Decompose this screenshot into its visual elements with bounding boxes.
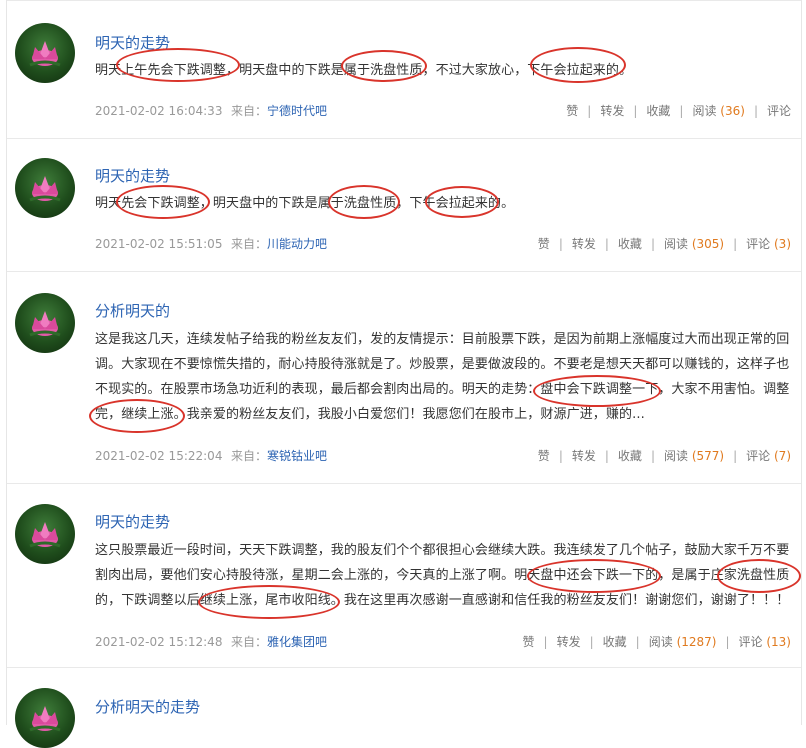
post-meta: 2021-02-02 15:22:04 来自：寒锐钴业吧 赞 | 转发 | 收藏 | 阅读 … [95,447,791,465]
lotus-avatar-icon[interactable] [15,688,75,748]
post-time: 2021-02-02 16:04:33 [95,104,223,118]
source-link[interactable]: 雅化集团吧 [267,635,327,649]
post-actions: 赞 | 转发 | 收藏 | 阅读 (1287) | 评论 (13) [522,635,791,649]
comment-label: 评论 [738,635,763,649]
comment-button[interactable]: 评论 (3) [746,237,791,251]
post-content: 明天上午先会下跌调整，明天盘中的下跌是属于洗盘性质，不过大家放心，下午会拉起来的… [95,63,633,78]
from-label: 来自： [231,635,268,649]
source-link[interactable]: 川能动力吧 [267,237,327,251]
comment-label: 评论 [746,449,771,463]
read-button[interactable]: 阅读 (305) [664,237,724,251]
read-count: (305) [691,237,725,251]
collect-button[interactable]: 收藏 [618,237,642,251]
collect-button[interactable]: 收藏 [603,635,627,649]
read-count: (577) [691,449,725,463]
post-source: 来自：寒锐钴业吧 [231,447,327,465]
post-source: 来自：雅化集团吧 [231,633,327,651]
comment-label: 评论 [746,237,771,251]
source-link[interactable]: 宁德时代吧 [267,104,327,118]
post-time: 2021-02-02 15:12:48 [95,635,223,649]
comment-label: 评论 [766,104,791,118]
lotus-avatar-icon[interactable] [15,158,75,218]
post-source: 来自：宁德时代吧 [231,102,327,120]
post-content: 这是我这几天，连续发帖子给我的粉丝友友们，发的友情提示：目前股票下跌，是因为前期… [95,332,790,422]
read-button[interactable]: 阅读 (1287) [649,635,717,649]
post-item: 分析明天的走势 [7,668,801,748]
post-actions: 赞 | 转发 | 收藏 | 阅读 (36) | 评论 [566,104,791,118]
forward-button[interactable]: 转发 [572,237,596,251]
read-count: (36) [720,104,745,118]
comment-count: (3) [774,237,791,251]
read-label: 阅读 [663,237,688,251]
collect-button[interactable]: 收藏 [618,449,642,463]
read-label: 阅读 [648,635,673,649]
post-title[interactable]: 明天的走势 [95,165,170,186]
like-button[interactable]: 赞 [538,449,550,463]
lotus-avatar-icon[interactable] [15,23,75,83]
post-actions: 赞 | 转发 | 收藏 | 阅读 (577) | 评论 (7) [537,449,791,463]
post-item: 明天的走势 这只股票最近一段时间，天天下跌调整，我的股友们个个都很担心会继续大跌… [7,484,801,668]
read-count: (1287) [676,635,717,649]
collect-button[interactable]: 收藏 [646,104,670,118]
post-source: 来自：川能动力吧 [231,235,327,253]
forward-button[interactable]: 转发 [600,104,624,118]
forward-button[interactable]: 转发 [557,635,581,649]
post-content: 明天先会下跌调整，明天盘中的下跌是属于洗盘性质，下午会拉起来的。 [95,196,515,211]
like-button[interactable]: 赞 [538,237,550,251]
post-actions: 赞 | 转发 | 收藏 | 阅读 (305) | 评论 (3) [537,237,791,251]
from-label: 来自： [231,104,268,118]
like-button[interactable]: 赞 [523,635,535,649]
comment-button[interactable]: 评论 [767,104,791,118]
from-label: 来自： [231,449,268,463]
comment-count: (7) [774,449,791,463]
read-button[interactable]: 阅读 (36) [692,104,744,118]
post-title[interactable]: 明天的走势 [95,32,170,53]
post-item: 明天的走势 明天上午先会下跌调整，明天盘中的下跌是属于洗盘性质，不过大家放心，下… [7,0,801,139]
post-title[interactable]: 明天的走势 [95,511,170,532]
post-time: 2021-02-02 15:51:05 [95,237,223,251]
read-button[interactable]: 阅读 (577) [664,449,724,463]
post-item: 分析明天的 这是我这几天，连续发帖子给我的粉丝友友们，发的友情提示：目前股票下跌… [7,272,801,484]
post-content: 这只股票最近一段时间，天天下跌调整，我的股友们个个都很担心会继续大跌。我连续发了… [95,543,790,608]
lotus-avatar-icon[interactable] [15,293,75,353]
post-meta: 2021-02-02 15:12:48 来自：雅化集团吧 赞 | 转发 | 收藏 | 阅读 … [95,633,791,651]
post-meta: 2021-02-02 16:04:33 来自：宁德时代吧 赞 | 转发 | 收藏 | 阅读 … [95,102,791,120]
like-button[interactable]: 赞 [566,104,578,118]
comment-count: (13) [766,635,791,649]
read-label: 阅读 [663,449,688,463]
comment-button[interactable]: 评论 (13) [739,635,791,649]
source-link[interactable]: 寒锐钴业吧 [267,449,327,463]
read-label: 阅读 [692,104,717,118]
post-item: 明天的走势 明天先会下跌调整，明天盘中的下跌是属于洗盘性质，下午会拉起来的。 2… [7,138,801,272]
forward-button[interactable]: 转发 [572,449,596,463]
post-time: 2021-02-02 15:22:04 [95,449,223,463]
post-meta: 2021-02-02 15:51:05 来自：川能动力吧 赞 | 转发 | 收藏 | 阅读 … [95,235,791,253]
post-list: 明天的走势 明天上午先会下跌调整，明天盘中的下跌是属于洗盘性质，不过大家放心，下… [6,0,802,748]
post-title[interactable]: 分析明天的走势 [95,696,200,717]
comment-button[interactable]: 评论 (7) [746,449,791,463]
post-title[interactable]: 分析明天的 [95,300,170,321]
lotus-avatar-icon[interactable] [15,504,75,564]
from-label: 来自： [231,237,268,251]
